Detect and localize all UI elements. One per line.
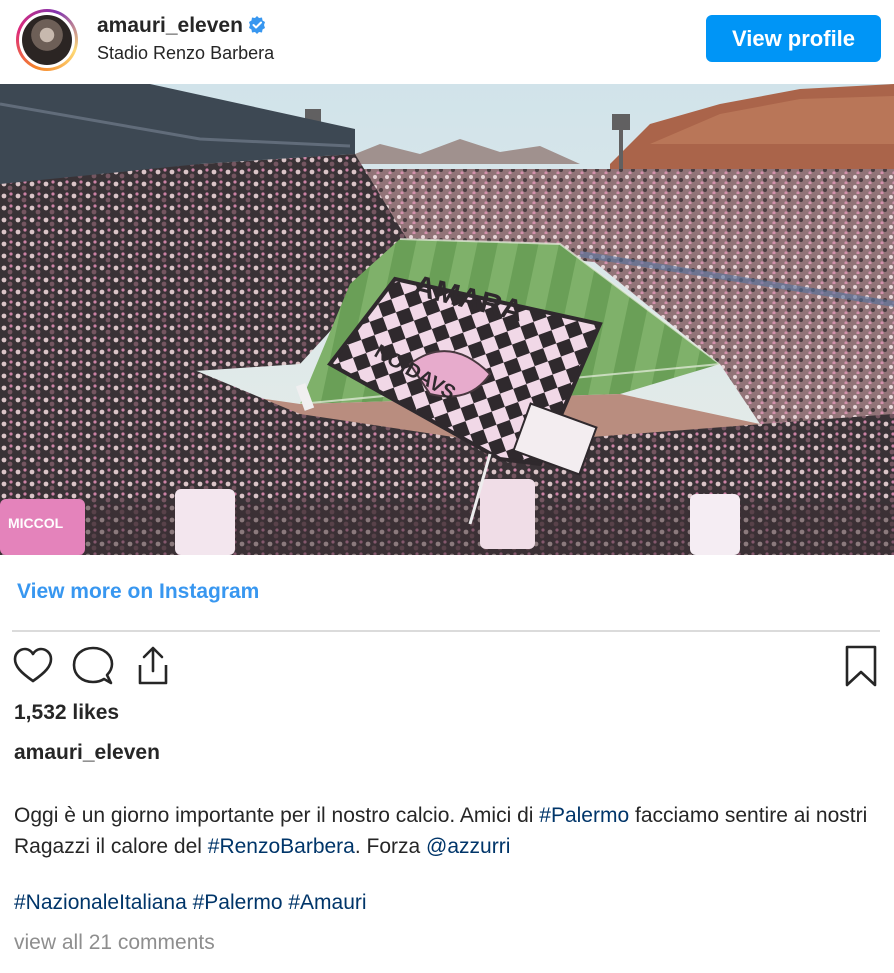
- view-profile-button[interactable]: View profile: [706, 15, 881, 62]
- likes-count[interactable]: 1,532 likes: [14, 701, 119, 725]
- view-comments-link[interactable]: view all 21 comments: [14, 931, 215, 955]
- stadium-photo-image: MICCOL AMARA NOIDAVS: [0, 84, 894, 555]
- avatar[interactable]: [16, 9, 78, 71]
- hashtag-link-palermo[interactable]: #Palermo: [539, 804, 629, 827]
- comment-icon[interactable]: [72, 645, 114, 687]
- hashtag-link-renzobarbera[interactable]: #RenzoBarbera: [208, 835, 355, 858]
- caption-username[interactable]: amauri_eleven: [14, 741, 160, 765]
- avatar-frame: [19, 12, 75, 68]
- post-photo[interactable]: MICCOL AMARA NOIDAVS: [0, 84, 894, 555]
- caption-text-1: Oggi è un giorno importante per il nostr…: [14, 804, 540, 827]
- post-header: amauri_eleven Stadio Renzo Barbera View …: [0, 0, 894, 84]
- divider: [12, 630, 880, 632]
- verified-badge-icon: [248, 16, 265, 34]
- mention-link-azzurri[interactable]: @azzurri: [426, 835, 510, 858]
- username-text: amauri_eleven: [97, 14, 243, 37]
- share-icon[interactable]: [132, 645, 174, 687]
- bookmark-icon[interactable]: [840, 645, 882, 687]
- heart-icon[interactable]: [12, 645, 54, 687]
- post-caption: Oggi è un giorno importante per il nostr…: [14, 800, 874, 862]
- avatar-image: [22, 15, 72, 65]
- view-more-link[interactable]: View more on Instagram: [17, 580, 259, 604]
- hashtags-line[interactable]: #NazionaleItaliana #Palermo #Amauri: [14, 891, 367, 915]
- caption-text-3: . Forza: [354, 835, 427, 858]
- username-link[interactable]: amauri_eleven: [97, 14, 267, 38]
- location-link[interactable]: Stadio Renzo Barbera: [97, 43, 274, 64]
